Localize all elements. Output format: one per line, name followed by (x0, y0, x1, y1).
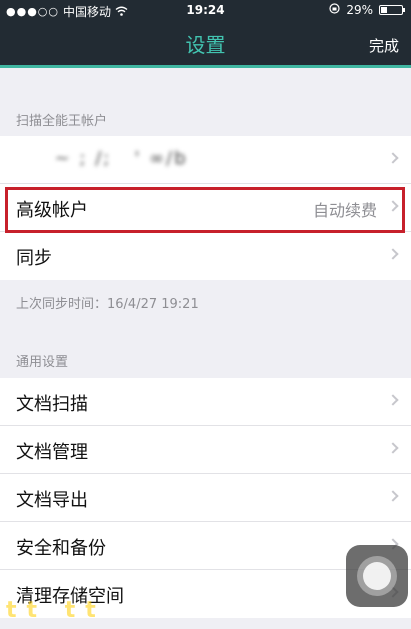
rotation-lock-icon (329, 3, 340, 17)
status-bar: ●●●○○ 中国移动 19:24 29% (0, 0, 411, 20)
premium-account-label: 高级帐户 (16, 200, 88, 221)
last-sync-time: 上次同步时间：16/4/27 19:21 (16, 297, 199, 312)
chevron-right-icon (387, 442, 399, 454)
watermark: tt tt (6, 598, 106, 623)
sync-row[interactable]: 同步 (0, 232, 411, 280)
chevron-right-icon (387, 394, 399, 406)
sync-label: 同步 (16, 248, 52, 269)
general-section-header: 通用设置 (16, 355, 69, 370)
battery-icon (379, 5, 405, 15)
chevron-right-icon (387, 248, 399, 260)
assistive-touch-button[interactable] (346, 545, 408, 607)
settings-item-label: 文档导出 (16, 490, 88, 511)
account-name: ~ ; /; ' ∞/b (16, 148, 188, 169)
chevron-right-icon (387, 490, 399, 502)
navigation-bar: 设置 完成 (0, 20, 411, 68)
premium-account-row[interactable]: 高级帐户 自动续费 (0, 184, 411, 232)
settings-item-label: 文档管理 (16, 442, 88, 463)
account-row[interactable]: ~ ; /; ' ∞/b (0, 136, 411, 184)
battery-percent: 29% (346, 3, 373, 17)
chevron-right-icon (387, 200, 399, 212)
page-title: 设置 (185, 33, 226, 57)
settings-item-label: 文档扫描 (16, 394, 88, 415)
settings-item-document-management[interactable]: 文档管理 (0, 426, 411, 474)
chevron-right-icon (387, 152, 399, 164)
premium-account-value: 自动续费 (312, 201, 377, 220)
account-section-header: 扫描全能王帐户 (16, 114, 108, 129)
done-button[interactable]: 完成 (369, 35, 399, 56)
settings-item-document-scan[interactable]: 文档扫描 (0, 378, 411, 426)
account-group: ~ ; /; ' ∞/b 高级帐户 自动续费 同步 (0, 136, 411, 280)
settings-item-label: 安全和备份 (16, 538, 106, 559)
battery-fill (381, 7, 387, 13)
settings-item-document-export[interactable]: 文档导出 (0, 474, 411, 522)
